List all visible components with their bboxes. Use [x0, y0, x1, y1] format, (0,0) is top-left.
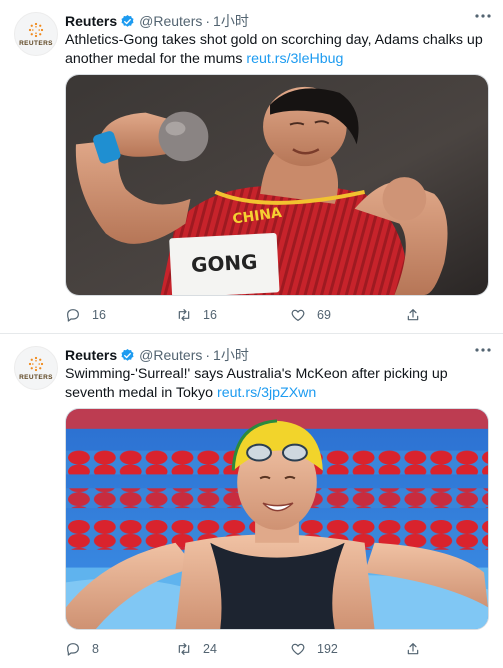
tweet-actions: 16 16 69 [65, 307, 425, 325]
share-icon [407, 643, 419, 655]
author-handle[interactable]: @Reuters [139, 13, 202, 29]
avatar[interactable]: REUTERS [14, 346, 58, 390]
reuters-logo-icon [28, 22, 44, 37]
retweet-count: 24 [203, 642, 217, 656]
more-icon[interactable] [475, 348, 491, 352]
reply-icon [67, 309, 79, 322]
like-button[interactable]: 192 [290, 641, 338, 657]
author-name[interactable]: Reuters [65, 13, 117, 29]
retweet-button[interactable]: 24 [176, 641, 217, 657]
swimmer-photo [66, 409, 488, 629]
avatar-wordmark: REUTERS [19, 373, 53, 381]
avatar-wordmark: REUTERS [19, 39, 53, 47]
author-name[interactable]: Reuters [65, 347, 117, 363]
tweet-header: Reuters @Reuters · 1小时 [65, 11, 491, 31]
retweet-icon [178, 309, 190, 321]
reply-icon [67, 643, 79, 656]
tweet-2[interactable]: REUTERS Reuters @Reuters · 1小时 Swimming-… [0, 333, 503, 666]
tweet-image-swimmer[interactable] [65, 408, 489, 630]
tweet-text: Swimming-'Surreal!' says Australia's McK… [65, 365, 485, 402]
retweet-button[interactable]: 16 [176, 307, 217, 323]
like-count: 69 [317, 308, 331, 322]
tweet-actions: 8 24 192 [65, 641, 425, 659]
reply-count: 8 [92, 642, 99, 656]
verified-badge-icon [121, 14, 134, 27]
verified-badge-icon [121, 348, 134, 361]
share-button[interactable] [405, 641, 421, 657]
timestamp[interactable]: 1小时 [213, 11, 249, 31]
share-button[interactable] [405, 307, 421, 323]
like-icon [291, 309, 305, 321]
tweet-text: Athletics-Gong takes shot gold on scorch… [65, 31, 485, 68]
author-handle[interactable]: @Reuters [139, 347, 202, 363]
timestamp[interactable]: 1小时 [213, 345, 249, 365]
tweet-link[interactable]: reut.rs/3jpZXwn [217, 385, 316, 401]
tweet-link[interactable]: reut.rs/3leHbug [246, 51, 343, 67]
bib-text: GONG [191, 251, 258, 277]
retweet-icon [178, 643, 190, 655]
share-icon [407, 309, 419, 321]
more-icon[interactable] [475, 14, 491, 18]
like-icon [291, 643, 305, 655]
reply-button[interactable]: 16 [65, 307, 106, 323]
tweet-header: Reuters @Reuters · 1小时 [65, 345, 491, 365]
tweet-1[interactable]: REUTERS Reuters @Reuters · 1小时 Athletics… [0, 0, 503, 333]
avatar[interactable]: REUTERS [14, 12, 58, 56]
shot-put-photo: CHINA GONG [66, 75, 488, 295]
reuters-logo-icon [28, 356, 44, 371]
tweet-image-shot-put[interactable]: CHINA GONG [65, 74, 489, 296]
like-count: 192 [317, 642, 338, 656]
like-button[interactable]: 69 [290, 307, 331, 323]
reply-count: 16 [92, 308, 106, 322]
retweet-count: 16 [203, 308, 217, 322]
separator-dot: · [205, 13, 211, 29]
separator-dot: · [205, 347, 211, 363]
reply-button[interactable]: 8 [65, 641, 99, 657]
